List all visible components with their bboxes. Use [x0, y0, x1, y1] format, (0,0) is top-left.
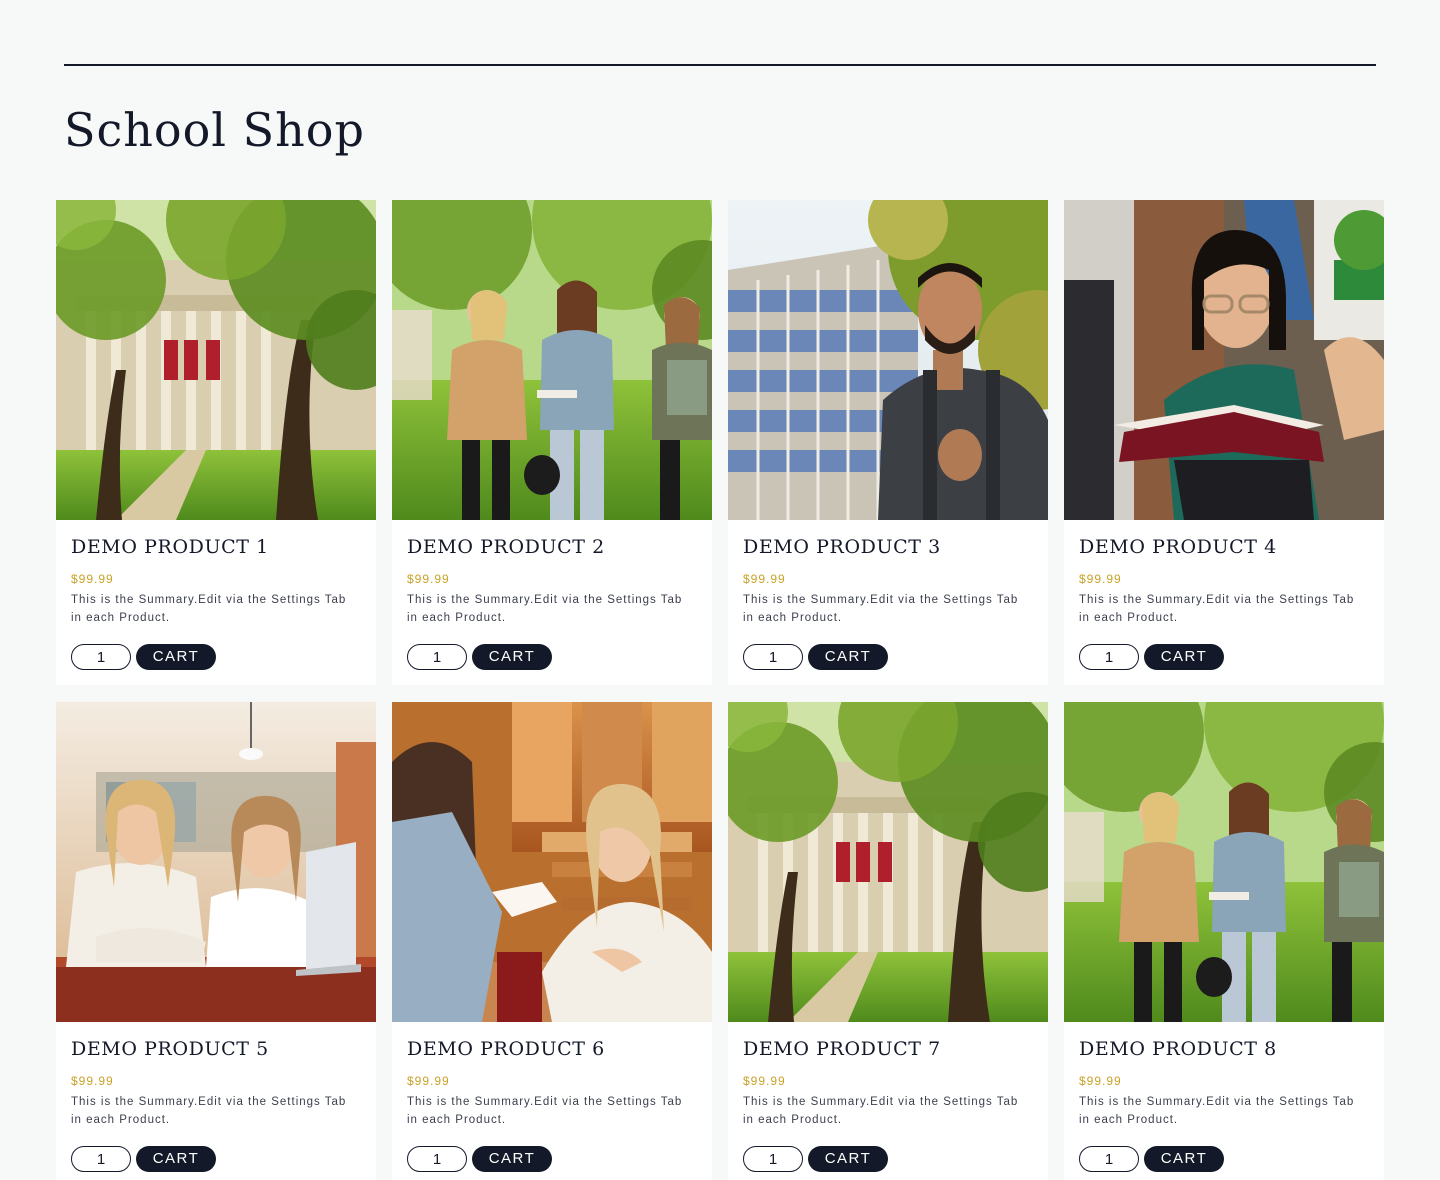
add-to-cart-button[interactable]: CART	[472, 1146, 552, 1172]
product-price: $99.99	[743, 572, 786, 586]
product-price: $99.99	[71, 572, 114, 586]
product-card: DEMO PRODUCT 3 $99.99 This is the Summar…	[728, 200, 1048, 685]
product-name[interactable]: DEMO PRODUCT 6	[407, 1036, 697, 1062]
product-name[interactable]: DEMO PRODUCT 2	[407, 534, 697, 560]
quantity-input[interactable]	[407, 1146, 467, 1172]
add-to-cart-button[interactable]: CART	[136, 644, 216, 670]
product-price: $99.99	[1079, 1074, 1122, 1088]
product-info: DEMO PRODUCT 2 $99.99 This is the Summar…	[392, 520, 712, 670]
add-to-cart-button[interactable]: CART	[808, 644, 888, 670]
students-laptop-photo[interactable]	[56, 702, 376, 1022]
add-to-cart-button[interactable]: CART	[1144, 644, 1224, 670]
students-walking-photo[interactable]	[392, 200, 712, 520]
top-divider	[64, 64, 1376, 66]
campus-building-photo[interactable]	[728, 702, 1048, 1022]
product-summary: This is the Summary.Edit via the Setting…	[1079, 1096, 1355, 1126]
product-summary: This is the Summary.Edit via the Setting…	[407, 594, 683, 624]
add-to-cart-button[interactable]: CART	[1144, 1146, 1224, 1172]
buy-row: CART	[743, 1146, 1033, 1172]
product-card: DEMO PRODUCT 4 $99.99 This is the Summar…	[1064, 200, 1384, 685]
buy-row: CART	[71, 644, 361, 670]
product-name[interactable]: DEMO PRODUCT 7	[743, 1036, 1033, 1062]
buy-row: CART	[407, 1146, 697, 1172]
quantity-input[interactable]	[743, 644, 803, 670]
product-price: $99.99	[407, 572, 450, 586]
product-summary: This is the Summary.Edit via the Setting…	[71, 1096, 347, 1126]
quantity-input[interactable]	[407, 644, 467, 670]
student-backpack-photo[interactable]	[728, 200, 1048, 520]
quantity-input[interactable]	[1079, 1146, 1139, 1172]
product-card: DEMO PRODUCT 1 $99.99 This is the Summar…	[56, 200, 376, 685]
product-info: DEMO PRODUCT 4 $99.99 This is the Summar…	[1064, 520, 1384, 670]
product-info: DEMO PRODUCT 7 $99.99 This is the Summar…	[728, 1022, 1048, 1172]
buy-row: CART	[1079, 644, 1369, 670]
product-info: DEMO PRODUCT 3 $99.99 This is the Summar…	[728, 520, 1048, 670]
product-summary: This is the Summary.Edit via the Setting…	[743, 594, 1019, 624]
product-summary: This is the Summary.Edit via the Setting…	[1079, 594, 1355, 624]
product-price: $99.99	[1079, 572, 1122, 586]
product-info: DEMO PRODUCT 6 $99.99 This is the Summar…	[392, 1022, 712, 1172]
product-name[interactable]: DEMO PRODUCT 1	[71, 534, 361, 560]
product-summary: This is the Summary.Edit via the Setting…	[743, 1096, 1019, 1126]
quantity-input[interactable]	[71, 644, 131, 670]
buy-row: CART	[71, 1146, 361, 1172]
product-summary: This is the Summary.Edit via the Setting…	[71, 594, 347, 624]
product-name[interactable]: DEMO PRODUCT 5	[71, 1036, 361, 1062]
buy-row: CART	[1079, 1146, 1369, 1172]
product-info: DEMO PRODUCT 1 $99.99 This is the Summar…	[56, 520, 376, 670]
quantity-input[interactable]	[1079, 644, 1139, 670]
add-to-cart-button[interactable]: CART	[136, 1146, 216, 1172]
product-summary: This is the Summary.Edit via the Setting…	[407, 1096, 683, 1126]
product-card: DEMO PRODUCT 5 $99.99 This is the Summar…	[56, 702, 376, 1180]
product-card: DEMO PRODUCT 8 $99.99 This is the Summar…	[1064, 702, 1384, 1180]
quantity-input[interactable]	[71, 1146, 131, 1172]
product-card: DEMO PRODUCT 7 $99.99 This is the Summar…	[728, 702, 1048, 1180]
product-price: $99.99	[71, 1074, 114, 1088]
product-info: DEMO PRODUCT 5 $99.99 This is the Summar…	[56, 1022, 376, 1172]
product-price: $99.99	[407, 1074, 450, 1088]
product-price: $99.99	[743, 1074, 786, 1088]
product-info: DEMO PRODUCT 8 $99.99 This is the Summar…	[1064, 1022, 1384, 1172]
student-reading-photo[interactable]	[1064, 200, 1384, 520]
product-name[interactable]: DEMO PRODUCT 3	[743, 534, 1033, 560]
product-name[interactable]: DEMO PRODUCT 4	[1079, 534, 1369, 560]
students-walking-photo[interactable]	[1064, 702, 1384, 1022]
product-card: DEMO PRODUCT 6 $99.99 This is the Summar…	[392, 702, 712, 1180]
campus-building-photo[interactable]	[56, 200, 376, 520]
add-to-cart-button[interactable]: CART	[808, 1146, 888, 1172]
product-grid: DEMO PRODUCT 1 $99.99 This is the Summar…	[56, 200, 1384, 1180]
product-card: DEMO PRODUCT 2 $99.99 This is the Summar…	[392, 200, 712, 685]
page-title: School Shop	[64, 103, 365, 157]
classroom-writing-photo[interactable]	[392, 702, 712, 1022]
buy-row: CART	[407, 644, 697, 670]
buy-row: CART	[743, 644, 1033, 670]
add-to-cart-button[interactable]: CART	[472, 644, 552, 670]
quantity-input[interactable]	[743, 1146, 803, 1172]
product-name[interactable]: DEMO PRODUCT 8	[1079, 1036, 1369, 1062]
